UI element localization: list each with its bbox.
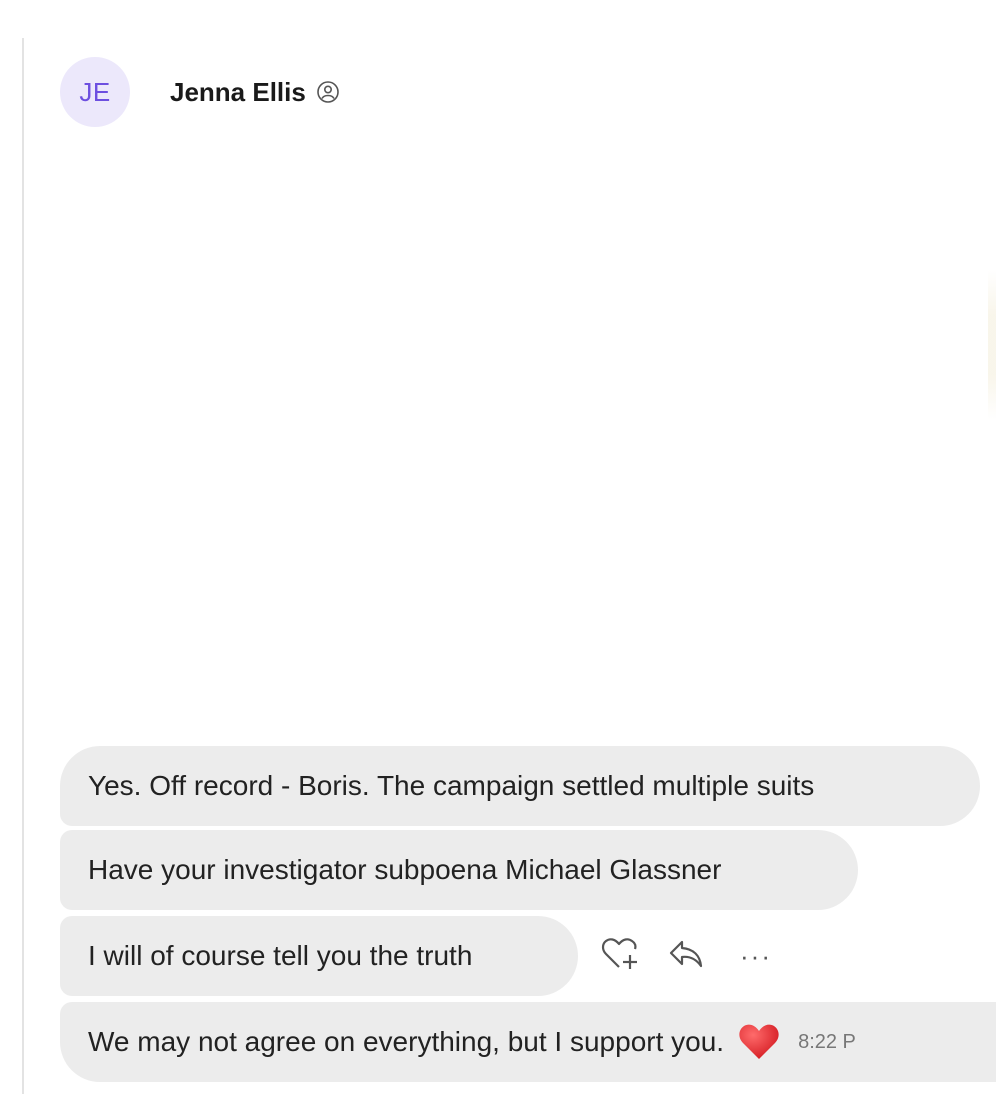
message-bubble[interactable]: Yes. Off record - Boris. The campaign se… xyxy=(60,746,980,826)
message-text: I will of course tell you the truth xyxy=(88,940,473,971)
message-bubble[interactable]: I will of course tell you the truth xyxy=(60,916,578,996)
heart-plus-icon xyxy=(600,936,640,977)
divider xyxy=(22,38,24,1094)
contact-name[interactable]: Jenna Ellis xyxy=(170,77,306,108)
avatar[interactable]: JE xyxy=(60,57,130,127)
conversation-header: JE Jenna Ellis xyxy=(60,56,340,128)
more-icon: ··· xyxy=(740,941,772,971)
message-bubble[interactable]: We may not agree on everything, but I su… xyxy=(60,1002,996,1082)
message-text: Yes. Off record - Boris. The campaign se… xyxy=(88,770,815,801)
profile-icon[interactable] xyxy=(316,80,340,104)
message-bubble[interactable]: Have your investigator subpoena Michael … xyxy=(60,830,858,910)
reply-icon xyxy=(668,937,708,976)
message-text: We may not agree on everything, but I su… xyxy=(88,1026,725,1057)
heart-reaction-icon[interactable] xyxy=(738,1022,780,1062)
conversation-view: JE Jenna Ellis Yes. Off record - Boris. … xyxy=(0,0,996,1094)
message-timestamp: 8:22 P xyxy=(798,1030,856,1053)
adjacent-panel-edge xyxy=(988,270,996,420)
message-actions: ··· xyxy=(596,930,800,982)
react-button[interactable] xyxy=(596,932,644,980)
more-button[interactable]: ··· xyxy=(732,932,780,980)
message-text: Have your investigator subpoena Michael … xyxy=(88,854,722,885)
reply-button[interactable] xyxy=(664,932,712,980)
